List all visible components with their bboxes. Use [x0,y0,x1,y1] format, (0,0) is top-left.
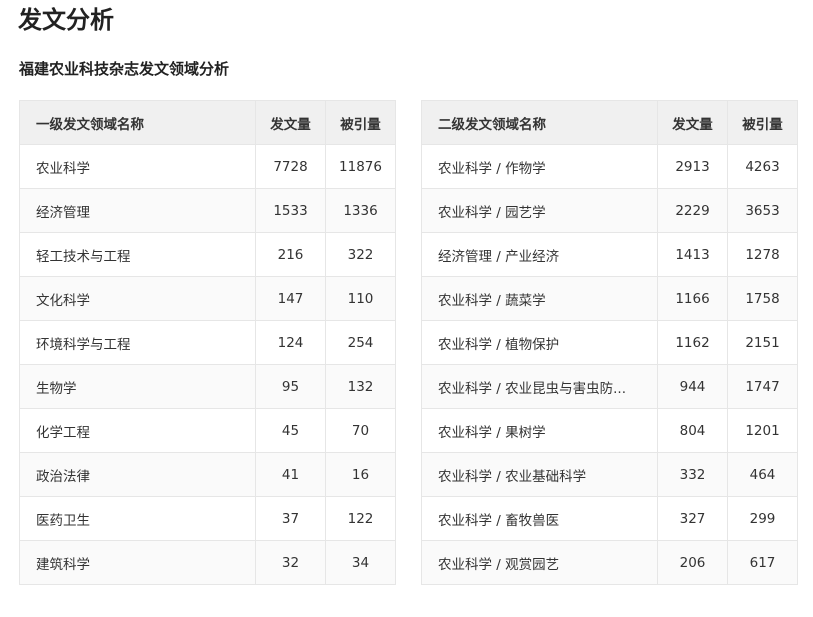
field-name-cell: 农业科学 / 作物学 [421,144,658,189]
field-name-cell: 农业科学 / 蔬菜学 [421,276,658,321]
table-row: 农业科学 / 观赏园艺 206 617 [421,540,798,585]
paper-count-cell: 45 [255,408,326,453]
table-row: 经济管理 / 产业经济 1413 1278 [421,232,798,277]
paper-count-cell: 1166 [657,276,728,321]
citation-count-cell: 617 [727,540,798,585]
paper-count-cell: 1413 [657,232,728,277]
field-name-cell: 环境科学与工程 [19,320,256,365]
paper-count-cell: 7728 [255,144,326,189]
citation-count-cell: 4263 [727,144,798,189]
citation-count-cell: 254 [325,320,396,365]
field-name-cell: 经济管理 [19,188,256,233]
paper-count-cell: 206 [657,540,728,585]
column-header-secondary-field: 二级发文领域名称 [421,100,658,145]
paper-count-cell: 216 [255,232,326,277]
citation-count-cell: 322 [325,232,396,277]
citation-count-cell: 2151 [727,320,798,365]
field-name-cell: 农业科学 / 果树学 [421,408,658,453]
citation-count-cell: 464 [727,452,798,497]
table-header-row: 二级发文领域名称 发文量 被引量 [421,100,798,145]
column-header-citations: 被引量 [325,100,396,145]
field-name-cell: 文化科学 [19,276,256,321]
field-name-cell: 建筑科学 [19,540,256,585]
citation-count-cell: 1278 [727,232,798,277]
field-name-cell: 农业科学 / 园艺学 [421,188,658,233]
table-row: 文化科学 147 110 [19,276,396,321]
field-name-cell: 生物学 [19,364,256,409]
citation-count-cell: 1201 [727,408,798,453]
paper-count-cell: 124 [255,320,326,365]
citation-count-cell: 34 [325,540,396,585]
table-row: 农业科学 / 农业基础科学 332 464 [421,452,798,497]
table-row: 农业科学 / 植物保护 1162 2151 [421,320,798,365]
section-title: 福建农业科技杂志发文领域分析 [19,60,230,78]
paper-count-cell: 2913 [657,144,728,189]
field-name-cell: 经济管理 / 产业经济 [421,232,658,277]
paper-count-cell: 804 [657,408,728,453]
citation-count-cell: 3653 [727,188,798,233]
page-title: 发文分析 [18,6,114,34]
table-row: 经济管理 1533 1336 [19,188,396,233]
table-row: 政治法律 41 16 [19,452,396,497]
paper-count-cell: 147 [255,276,326,321]
paper-count-cell: 32 [255,540,326,585]
table-row: 生物学 95 132 [19,364,396,409]
table-row: 农业科学 / 蔬菜学 1166 1758 [421,276,798,321]
citation-count-cell: 1336 [325,188,396,233]
field-name-cell: 农业科学 / 农业昆虫与害虫防... [421,364,658,409]
field-name-cell: 化学工程 [19,408,256,453]
table-row: 农业科学 / 作物学 2913 4263 [421,144,798,189]
column-header-papers: 发文量 [255,100,326,145]
table-row: 农业科学 / 果树学 804 1201 [421,408,798,453]
field-name-cell: 农业科学 / 观赏园艺 [421,540,658,585]
primary-field-table: 一级发文领域名称 发文量 被引量 农业科学 7728 11876 经济管理 1533 13… [19,100,396,585]
field-name-cell: 轻工技术与工程 [19,232,256,277]
paper-count-cell: 41 [255,452,326,497]
citation-count-cell: 122 [325,496,396,541]
table-row: 农业科学 / 园艺学 2229 3653 [421,188,798,233]
citation-count-cell: 299 [727,496,798,541]
table-header-row: 一级发文领域名称 发文量 被引量 [19,100,396,145]
paper-count-cell: 1533 [255,188,326,233]
field-name-cell: 政治法律 [19,452,256,497]
citation-count-cell: 1758 [727,276,798,321]
column-header-papers: 发文量 [657,100,728,145]
column-header-primary-field: 一级发文领域名称 [19,100,256,145]
paper-count-cell: 2229 [657,188,728,233]
column-header-citations: 被引量 [727,100,798,145]
table-row: 建筑科学 32 34 [19,540,396,585]
table-row: 农业科学 / 农业昆虫与害虫防... 944 1747 [421,364,798,409]
field-name-cell: 农业科学 / 畜牧兽医 [421,496,658,541]
paper-count-cell: 1162 [657,320,728,365]
paper-count-cell: 95 [255,364,326,409]
secondary-field-table: 二级发文领域名称 发文量 被引量 农业科学 / 作物学 2913 4263 农业科学 … [421,100,798,585]
table-row: 轻工技术与工程 216 322 [19,232,396,277]
citation-count-cell: 70 [325,408,396,453]
field-name-cell: 农业科学 / 农业基础科学 [421,452,658,497]
field-name-cell: 农业科学 / 植物保护 [421,320,658,365]
field-name-cell: 农业科学 [19,144,256,189]
citation-count-cell: 1747 [727,364,798,409]
paper-count-cell: 327 [657,496,728,541]
table-row: 化学工程 45 70 [19,408,396,453]
table-row: 环境科学与工程 124 254 [19,320,396,365]
table-row: 农业科学 / 畜牧兽医 327 299 [421,496,798,541]
citation-count-cell: 11876 [325,144,396,189]
table-row: 医药卫生 37 122 [19,496,396,541]
field-name-cell: 医药卫生 [19,496,256,541]
table-row: 农业科学 7728 11876 [19,144,396,189]
citation-count-cell: 16 [325,452,396,497]
paper-count-cell: 332 [657,452,728,497]
paper-count-cell: 37 [255,496,326,541]
citation-count-cell: 132 [325,364,396,409]
paper-count-cell: 944 [657,364,728,409]
citation-count-cell: 110 [325,276,396,321]
